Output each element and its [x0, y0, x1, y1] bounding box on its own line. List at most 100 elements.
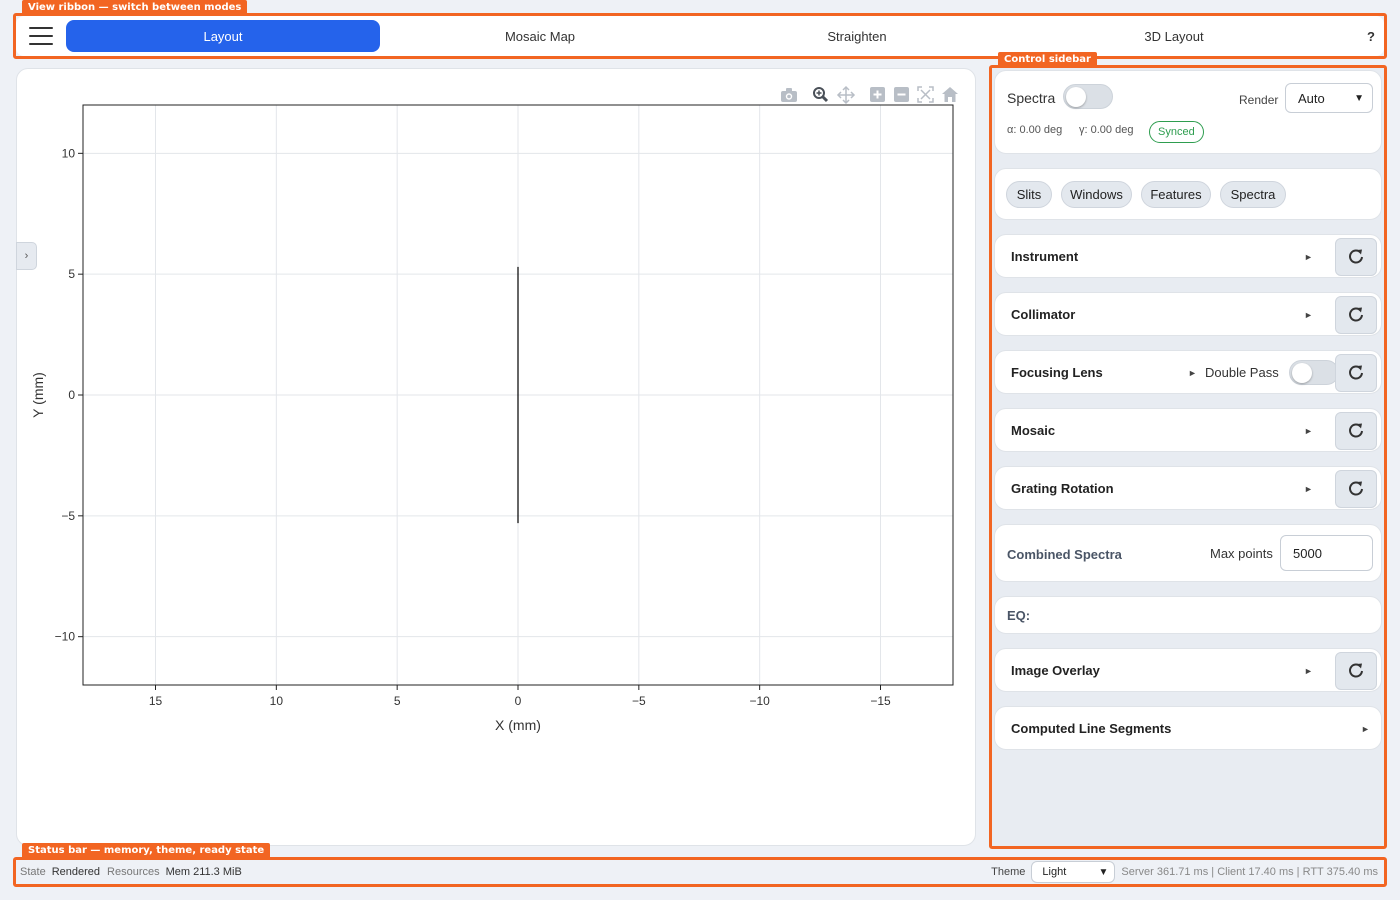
section-grating-rotation[interactable]: Grating Rotation ► [994, 466, 1382, 510]
section-instrument-title: Instrument [1011, 249, 1079, 264]
state-label: State [20, 866, 46, 878]
y-tick-label: 10 [62, 146, 76, 160]
tab-straighten[interactable]: Straighten [700, 20, 1014, 52]
alpha-readout: α: 0.00 deg [1007, 124, 1063, 136]
memory-value: Mem 211.3 MiB [165, 866, 242, 878]
chip-windows[interactable]: Windows [1061, 181, 1132, 208]
render-label: Render [1239, 93, 1279, 107]
expand-arrow-icon[interactable]: ► [1304, 426, 1313, 436]
reset-axes-icon[interactable] [942, 87, 958, 102]
reset-image-overlay-button[interactable] [1335, 652, 1377, 690]
tab-3d-layout[interactable]: 3D Layout [1017, 20, 1331, 52]
x-tick-label: −5 [632, 694, 646, 708]
zoom-in-icon[interactable] [870, 87, 885, 102]
reset-collimator-button[interactable] [1335, 296, 1377, 334]
expand-arrow-icon[interactable]: ► [1304, 484, 1313, 494]
chevron-down-icon: ▼ [1098, 866, 1109, 878]
collapse-panel-button[interactable]: › [16, 242, 37, 270]
eq-label: EQ: [1007, 608, 1031, 623]
double-pass-label: Double Pass [1205, 365, 1279, 380]
y-tick-label: 5 [68, 267, 75, 281]
section-focusing-lens-title: Focusing Lens [1011, 365, 1103, 380]
view-ribbon: Layout Mosaic Map Straighten 3D Layout ? [16, 16, 1384, 56]
x-tick-label: −10 [749, 694, 770, 708]
plot-card: 15 10 5 0 −5 −10 −15 10 5 0 −5 −10 X (mm) Y (mm) [16, 68, 976, 846]
expand-arrow-icon[interactable]: ► [1304, 252, 1313, 262]
section-focusing-lens[interactable]: Focusing Lens ► Double Pass [994, 350, 1382, 394]
layer-chips-card: Slits Windows Features Spectra [994, 168, 1382, 220]
autoscale-icon[interactable] [917, 86, 934, 103]
layout-plot[interactable]: 15 10 5 0 −5 −10 −15 10 5 0 −5 −10 X (mm) Y (mm) [17, 69, 975, 845]
tab-layout[interactable]: Layout [66, 20, 380, 52]
section-mosaic-title: Mosaic [1011, 423, 1056, 438]
x-tick-label: −15 [870, 694, 891, 708]
control-sidebar: Spectra Render Auto ▼ α: 0.00 deg γ: 0.0… [992, 68, 1384, 846]
expand-arrow-icon[interactable]: ► [1304, 310, 1313, 320]
y-tick-label: −5 [61, 509, 75, 523]
section-combined-spectra: Combined Spectra Max points 5000 [994, 524, 1382, 582]
state-value: Rendered [51, 866, 101, 878]
status-bar: State Rendered Resources Mem 211.3 MiB T… [16, 860, 1384, 884]
x-tick-label: 10 [270, 694, 284, 708]
annotation-sidebar-label: Control sidebar [998, 52, 1097, 67]
expand-arrow-icon[interactable]: ► [1361, 724, 1370, 734]
reset-icon [1349, 423, 1363, 438]
chip-features[interactable]: Features [1141, 181, 1211, 208]
help-button[interactable]: ? [1334, 29, 1384, 44]
expand-arrow-icon[interactable]: ► [1304, 666, 1313, 676]
render-select-value: Auto [1298, 90, 1325, 106]
y-tick-label: 0 [68, 388, 75, 402]
theme-select[interactable]: Light ▼ [1031, 861, 1116, 883]
reset-icon [1349, 663, 1363, 678]
x-tick-label: 0 [515, 694, 522, 708]
combined-spectra-title: Combined Spectra [1007, 547, 1122, 562]
pan-icon[interactable] [836, 85, 856, 105]
x-tick-label: 5 [394, 694, 401, 708]
zoom-icon[interactable] [813, 87, 829, 103]
reset-icon [1349, 249, 1363, 264]
reset-instrument-button[interactable] [1335, 238, 1377, 276]
y-tick-label: −10 [55, 630, 76, 644]
resources-label: Resources [107, 866, 160, 878]
theme-label: Theme [991, 866, 1026, 878]
x-axis-title: X (mm) [495, 717, 541, 733]
double-pass-toggle[interactable] [1289, 360, 1339, 385]
section-computed-line-segments[interactable]: Computed Line Segments ► [994, 706, 1382, 750]
plot-tick-labels: 15 10 5 0 −5 −10 −15 10 5 0 −5 −10 [55, 146, 891, 708]
reset-icon [1349, 307, 1363, 322]
reset-focusing-lens-button[interactable] [1335, 354, 1377, 392]
hamburger-menu-icon[interactable] [16, 16, 66, 56]
reset-grating-rotation-button[interactable] [1335, 470, 1377, 508]
chip-spectra[interactable]: Spectra [1220, 181, 1286, 208]
chip-slits[interactable]: Slits [1006, 181, 1052, 208]
camera-icon[interactable] [781, 88, 797, 102]
section-collimator-title: Collimator [1011, 307, 1076, 322]
max-points-input[interactable]: 5000 [1280, 535, 1373, 571]
max-points-label: Max points [1210, 546, 1273, 561]
section-instrument[interactable]: Instrument ► [994, 234, 1382, 278]
spectra-toggle[interactable] [1063, 84, 1113, 109]
render-select[interactable]: Auto ▼ [1285, 83, 1373, 113]
zoom-out-icon[interactable] [894, 87, 909, 102]
expand-arrow-icon[interactable]: ► [1188, 368, 1197, 378]
section-image-overlay[interactable]: Image Overlay ► [994, 648, 1382, 692]
timing-readout: Server 361.71 ms | Client 17.40 ms | RTT… [1121, 866, 1378, 878]
spectra-label: Spectra [1007, 90, 1056, 106]
synced-badge: Synced [1149, 121, 1204, 143]
theme-select-value: Light [1042, 866, 1067, 878]
section-image-overlay-title: Image Overlay [1011, 663, 1100, 678]
reset-icon [1349, 365, 1363, 380]
spectra-status-card: Spectra Render Auto ▼ α: 0.00 deg γ: 0.0… [994, 70, 1382, 154]
annotation-statusbar-label: Status bar — memory, theme, ready state [22, 843, 271, 858]
section-collimator[interactable]: Collimator ► [994, 292, 1382, 336]
tab-mosaic-map[interactable]: Mosaic Map [383, 20, 697, 52]
chevron-down-icon: ▼ [1354, 92, 1364, 104]
section-eq: EQ: [994, 596, 1382, 634]
reset-icon [1349, 481, 1363, 496]
annotation-ribbon-label: View ribbon — switch between modes [22, 0, 248, 15]
y-axis-title: Y (mm) [30, 372, 46, 418]
reset-mosaic-button[interactable] [1335, 412, 1377, 450]
section-mosaic[interactable]: Mosaic ► [994, 408, 1382, 452]
gamma-readout: γ: 0.00 deg [1079, 124, 1134, 136]
x-tick-label: 15 [149, 694, 163, 708]
